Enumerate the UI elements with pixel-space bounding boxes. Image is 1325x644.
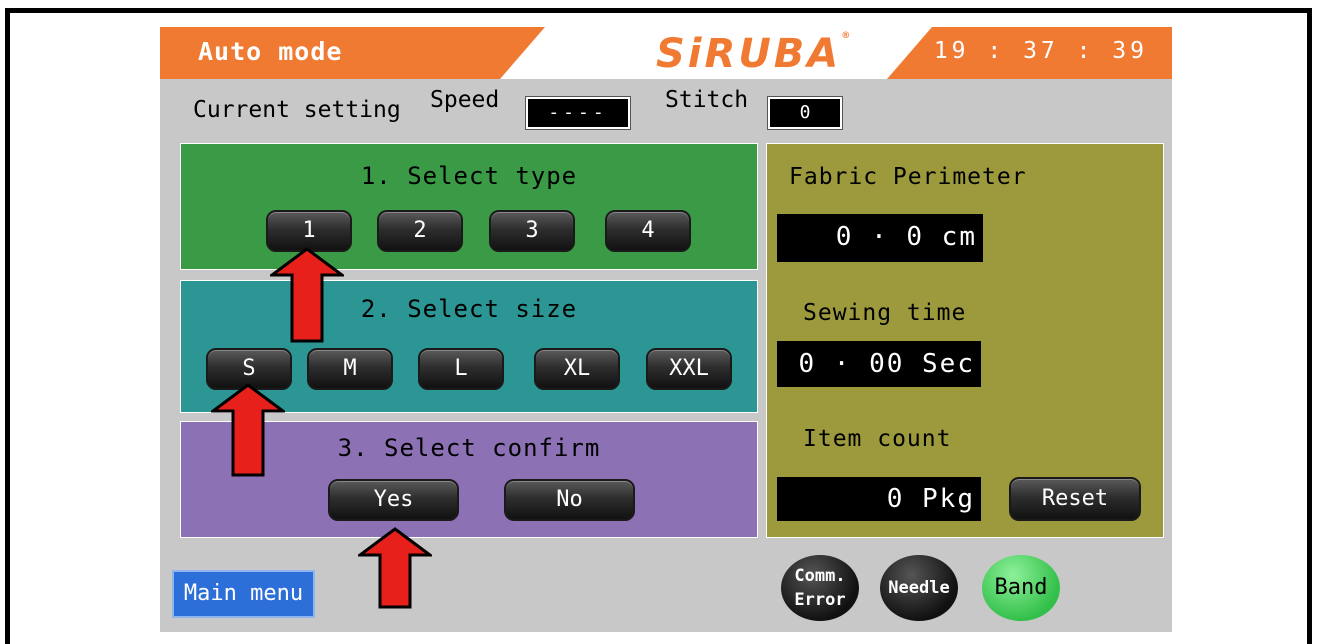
confirm-yes-button[interactable]: Yes	[328, 479, 459, 521]
band-indicator[interactable]: Band	[982, 555, 1060, 621]
stitch-display: 0	[767, 96, 843, 130]
reset-button[interactable]: Reset	[1009, 477, 1141, 521]
fabric-perimeter-display: 0 · 0 cm	[777, 214, 983, 262]
sewing-time-label: Sewing time	[803, 300, 967, 326]
main-menu-button[interactable]: Main menu	[172, 570, 315, 618]
type-1-button[interactable]: 1	[266, 210, 352, 252]
arrow-icon	[211, 383, 285, 477]
size-m-button[interactable]: M	[307, 348, 393, 390]
item-count-label: Item count	[803, 426, 952, 452]
arrow-icon	[358, 527, 432, 609]
type-4-button[interactable]: 4	[605, 210, 691, 252]
needle-label: Needle	[888, 578, 950, 598]
fabric-perimeter-label: Fabric Perimeter	[789, 164, 1027, 190]
size-l-button[interactable]: L	[418, 348, 504, 390]
select-type-title: 1. Select type	[360, 162, 578, 190]
type-2-button[interactable]: 2	[377, 210, 463, 252]
select-size-title: 2. Select size	[360, 295, 578, 323]
speed-label: Speed	[430, 87, 500, 113]
stitch-label: Stitch	[665, 87, 749, 113]
mode-title: Auto mode	[198, 37, 343, 66]
size-xl-button[interactable]: XL	[534, 348, 620, 390]
comm-error-line2: Error	[794, 590, 846, 610]
needle-indicator[interactable]: Needle	[880, 555, 958, 621]
confirm-no-button[interactable]: No	[504, 479, 635, 521]
clock-display: 19 : 37 : 39	[933, 38, 1148, 64]
type-3-button[interactable]: 3	[489, 210, 575, 252]
info-panel: Fabric Perimeter 0 · 0 cm Sewing time 0 …	[766, 143, 1164, 538]
arrow-icon	[270, 247, 344, 343]
speed-display: ----	[525, 96, 631, 130]
item-count-display: 0 Pkg	[777, 477, 981, 521]
title-bar: Auto mode SiRUBA® 19 : 37 : 39	[160, 27, 1172, 79]
sewing-time-display: 0 · 00 Sec	[777, 341, 981, 387]
comm-error-line1: Comm.	[794, 566, 846, 586]
siruba-logo: SiRUBA®	[656, 31, 854, 77]
select-type-panel: 1. Select type 1 2 3 4	[180, 143, 758, 270]
size-xxl-button[interactable]: XXL	[646, 348, 732, 390]
band-label: Band	[994, 575, 1048, 600]
comm-error-indicator[interactable]: Comm. Error	[781, 555, 859, 621]
current-setting-label: Current setting	[193, 97, 401, 123]
